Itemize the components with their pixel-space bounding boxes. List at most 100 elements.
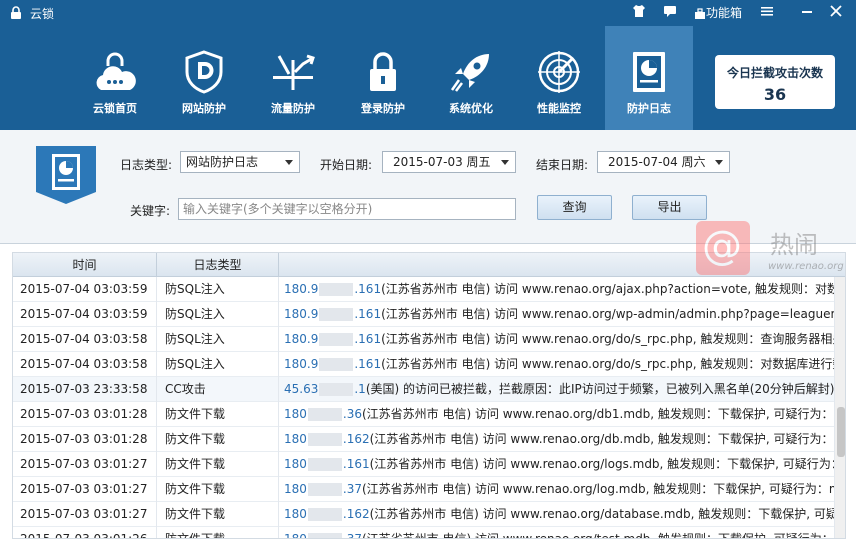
traffic-icon bbox=[273, 54, 315, 90]
column-header-log-type[interactable]: 日志类型 bbox=[157, 253, 279, 277]
ip-redaction bbox=[307, 458, 342, 471]
log-table: 时间 日志类型 2015-07-04 03:03:59 防SQL注入 180.9.1… bbox=[12, 252, 846, 539]
app-logo-icon bbox=[11, 6, 21, 19]
detail-text: (江苏省苏州市 电信) 访问 www.renao.org/wp-admin/ad… bbox=[381, 307, 835, 321]
nav-label-website-protection: 网站防护 bbox=[182, 102, 226, 115]
vertical-scrollbar[interactable] bbox=[835, 277, 845, 538]
cell-log-type: 防文件下载 bbox=[157, 402, 279, 427]
cell-time: 2015-07-04 03:03:59 bbox=[13, 277, 157, 302]
ip-redaction bbox=[319, 333, 354, 346]
toolbox-button[interactable]: 功能箱 bbox=[690, 4, 746, 22]
cell-log-type: 防文件下载 bbox=[157, 452, 279, 477]
attack-counter: 今日拦截攻击次数 36 bbox=[715, 55, 835, 109]
ip-address-start: 180 bbox=[284, 432, 307, 446]
table-row[interactable]: 2015-07-04 03:03:58 防SQL注入 180.9 .161(江苏省苏州… bbox=[13, 327, 835, 352]
end-date-value: 2015-07-04 周六 bbox=[608, 155, 706, 169]
table-row[interactable]: 2015-07-03 03:01:27 防文件下载 180 .161(江苏省苏州市 电… bbox=[13, 452, 835, 477]
minimize-icon[interactable] bbox=[798, 4, 816, 22]
radar-icon bbox=[538, 51, 580, 93]
cell-log-type: 防文件下载 bbox=[157, 477, 279, 502]
cell-log-type: 防SQL注入 bbox=[157, 352, 279, 377]
menu-icon[interactable] bbox=[758, 4, 776, 22]
nav-item-performance-monitor[interactable]: 性能监控 bbox=[515, 26, 603, 130]
start-date-label: 开始日期: bbox=[320, 158, 373, 172]
table-row[interactable]: 2015-07-03 23:33:58 CC攻击 45.63 .1(美国) 的访问已被… bbox=[13, 377, 835, 402]
table-row[interactable]: 2015-07-03 03:01:28 防文件下载 180 .36(江苏省苏州市 电信… bbox=[13, 402, 835, 427]
start-date-value: 2015-07-03 周五 bbox=[393, 155, 491, 169]
ip-redaction bbox=[319, 308, 354, 321]
ip-address-start: 180 bbox=[284, 482, 307, 496]
nav-item-login-protection[interactable]: 登录防护 bbox=[339, 26, 427, 130]
cell-log-type: 防文件下载 bbox=[157, 527, 279, 538]
nav-label-system-optimization: 系统优化 bbox=[449, 102, 493, 115]
log-type-value: 网站防护日志 bbox=[186, 155, 259, 169]
message-icon[interactable] bbox=[661, 4, 679, 22]
nav-item-system-optimization[interactable]: 系统优化 bbox=[427, 26, 515, 130]
attack-counter-label: 今日拦截攻击次数 bbox=[726, 66, 823, 80]
keyword-label: 关键字: bbox=[130, 204, 171, 218]
ip-address-end: .37 bbox=[342, 532, 362, 539]
scrollbar-thumb[interactable] bbox=[837, 407, 845, 457]
cell-time: 2015-07-03 03:01:28 bbox=[13, 427, 157, 452]
detail-text: (江苏省苏州市 电信) 访问 www.renao.org/test.mdb, 触… bbox=[362, 532, 835, 539]
ip-address-start: 180.9 bbox=[284, 307, 319, 321]
cell-detail: 180 .37(江苏省苏州市 电信) 访问 www.renao.org/test.… bbox=[279, 527, 835, 539]
table-row[interactable]: 2015-07-03 03:01:27 防文件下载 180 .37(江苏省苏州市 电信… bbox=[13, 477, 835, 502]
start-date-picker[interactable]: 2015-07-03 周五 bbox=[382, 151, 516, 173]
cell-detail: 180.9 .161(江苏省苏州市 电信) 访问 www.renao.org/do… bbox=[279, 327, 835, 352]
detail-text: (江苏省苏州市 电信) 访问 www.renao.org/do/s_rpc.ph… bbox=[381, 357, 835, 371]
ip-redaction bbox=[307, 433, 342, 446]
nav-label-login-protection: 登录防护 bbox=[361, 102, 405, 115]
detail-text: (美国) 的访问已被拦截，拦截原因：此IP访问过于频繁，已被列入黑名单(20分钟… bbox=[365, 382, 835, 396]
chevron-down-icon bbox=[285, 160, 293, 165]
nav-item-home[interactable]: 云锁首页 bbox=[71, 26, 159, 130]
ip-address-end: .162 bbox=[342, 507, 370, 521]
chevron-down-icon bbox=[715, 160, 723, 165]
keyword-input[interactable] bbox=[178, 198, 516, 220]
nav-item-traffic-protection[interactable]: 流量防护 bbox=[249, 26, 337, 130]
export-button[interactable]: 导出 bbox=[632, 195, 707, 220]
attack-counter-value: 36 bbox=[763, 85, 787, 104]
query-button[interactable]: 查询 bbox=[537, 195, 612, 220]
watermark: @ 热闹 www.renao.org bbox=[696, 221, 856, 281]
cell-detail: 180 .161(江苏省苏州市 电信) 访问 www.renao.org/logs… bbox=[279, 452, 835, 477]
log-type-select[interactable]: 网站防护日志 bbox=[180, 151, 300, 173]
ip-redaction bbox=[319, 283, 354, 296]
ip-address-end: .161 bbox=[354, 307, 382, 321]
table-row[interactable]: 2015-07-03 03:01:28 防文件下载 180 .162(江苏省苏州市 电… bbox=[13, 427, 835, 452]
ip-address-start: 45.63 bbox=[284, 382, 319, 396]
cloud-lock-icon bbox=[96, 52, 136, 90]
column-header-time[interactable]: 时间 bbox=[13, 253, 157, 277]
ip-address-start: 180.9 bbox=[284, 282, 319, 296]
ip-address-start: 180.9 bbox=[284, 357, 319, 371]
watermark-logo: @ bbox=[696, 221, 750, 275]
end-date-picker[interactable]: 2015-07-04 周六 bbox=[597, 151, 730, 173]
ip-address-end: .161 bbox=[354, 357, 382, 371]
nav-label-home: 云锁首页 bbox=[93, 102, 137, 115]
cell-detail: 180 .36(江苏省苏州市 电信) 访问 www.renao.org/db1.m… bbox=[279, 402, 835, 427]
cell-time: 2015-07-03 03:01:27 bbox=[13, 502, 157, 527]
log-type-label: 日志类型: bbox=[120, 158, 173, 172]
main-nav: 云锁首页 网站防护 流量防护 登录防护 系统优化 性能监控 防护日志 今日拦截攻… bbox=[0, 26, 856, 130]
watermark-url: www.renao.org bbox=[768, 261, 844, 272]
table-row[interactable]: 2015-07-03 03:01:26 防文件下载 180 .37(江苏省苏州市 电信… bbox=[13, 527, 835, 539]
close-icon[interactable] bbox=[827, 4, 845, 22]
nav-label-protection-log: 防护日志 bbox=[627, 102, 671, 115]
ip-address-start: 180.9 bbox=[284, 332, 319, 346]
cell-detail: 180 .162(江苏省苏州市 电信) 访问 www.renao.org/db.m… bbox=[279, 427, 835, 452]
nav-item-website-protection[interactable]: 网站防护 bbox=[160, 26, 248, 130]
cell-time: 2015-07-04 03:03:59 bbox=[13, 302, 157, 327]
watermark-signature: 热闹 bbox=[770, 231, 818, 259]
nav-item-protection-log[interactable]: 防护日志 bbox=[605, 26, 693, 130]
ip-address-end: .36 bbox=[342, 407, 362, 421]
ip-address-end: .161 bbox=[342, 457, 370, 471]
detail-text: (江苏省苏州市 电信) 访问 www.renao.org/log.mdb, 触发… bbox=[362, 482, 835, 496]
table-row[interactable]: 2015-07-03 03:01:27 防文件下载 180 .162(江苏省苏州市 电… bbox=[13, 502, 835, 527]
cell-time: 2015-07-04 03:03:58 bbox=[13, 352, 157, 377]
tshirt-icon[interactable] bbox=[630, 4, 648, 22]
table-row[interactable]: 2015-07-04 03:03:58 防SQL注入 180.9 .161(江苏省苏州… bbox=[13, 352, 835, 377]
window-title: 云锁 bbox=[30, 7, 55, 21]
detail-text: (江苏省苏州市 电信) 访问 www.renao.org/logs.mdb, 触… bbox=[369, 457, 835, 471]
table-row[interactable]: 2015-07-04 03:03:59 防SQL注入 180.9 .161(江苏省苏州… bbox=[13, 302, 835, 327]
ip-redaction bbox=[307, 508, 342, 521]
